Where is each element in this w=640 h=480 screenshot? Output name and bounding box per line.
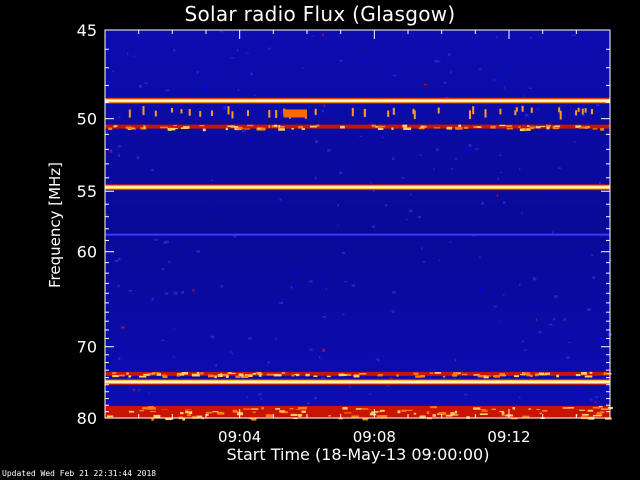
emission-band bbox=[105, 233, 610, 236]
spectrogram-chart: 45505560708009:04 09:08 09:12 bbox=[77, 21, 613, 446]
y-tick-label: 55 bbox=[77, 182, 97, 201]
plot-area bbox=[105, 30, 613, 421]
x-tick-label: 09:08 bbox=[353, 428, 396, 446]
y-tick-label: 60 bbox=[77, 243, 97, 262]
spectrogram-background bbox=[105, 30, 610, 418]
burst-block bbox=[283, 109, 307, 118]
x-axis-label: Start Time (18-May-13 09:00:00) bbox=[226, 445, 490, 464]
x-tick-label: 09:04 bbox=[218, 428, 261, 446]
y-axis-label: Frequency [MHz] bbox=[46, 161, 64, 289]
updated-timestamp: Updated Wed Feb 21 22:31:44 2018 bbox=[2, 469, 157, 478]
y-tick-label: 80 bbox=[77, 409, 97, 428]
chart-title: Solar radio Flux (Glasgow) bbox=[184, 2, 456, 26]
emission-band bbox=[105, 378, 610, 385]
emission-band bbox=[105, 184, 610, 191]
emission-band bbox=[105, 97, 610, 104]
x-tick-label: 09:12 bbox=[487, 428, 530, 446]
y-tick-label: 50 bbox=[77, 110, 97, 129]
emission-band bbox=[105, 409, 612, 421]
y-tick-label: 70 bbox=[77, 338, 97, 357]
